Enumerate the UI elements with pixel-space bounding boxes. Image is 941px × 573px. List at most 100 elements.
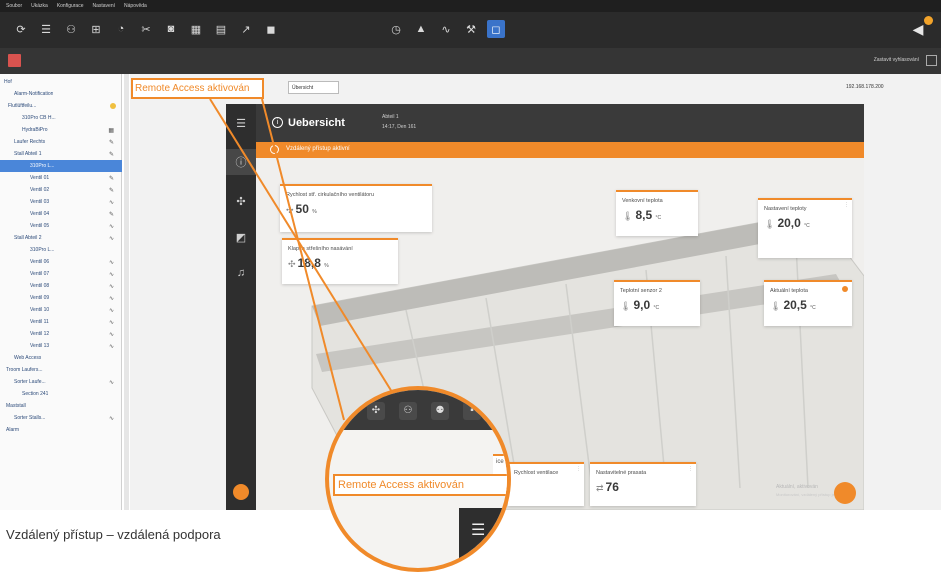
list-icon[interactable]: ☰ — [37, 20, 55, 38]
avatar[interactable] — [233, 484, 249, 500]
card-outdoor-temp[interactable]: Venkovní teplota 🌡 8,5 °C — [616, 190, 698, 236]
wave-icon: ∿ — [108, 295, 114, 302]
app-subtitle-section: Abteil 1 — [382, 114, 399, 120]
tree-item[interactable]: HydraBiPro ▦ — [0, 124, 122, 136]
tree-item[interactable]: Troom Laufers... — [0, 364, 122, 376]
tree-item[interactable]: Stall Abteil 2 ∿ — [0, 232, 122, 244]
card-pigs[interactable]: ⋮ Nastavitelné prasata ⇄ 76 — [590, 462, 696, 506]
tree-item-label: Alarm — [6, 427, 20, 433]
tree-item[interactable]: Alarm-Notification — [0, 88, 122, 100]
tree-item[interactable]: Hof — [0, 76, 122, 88]
embedded-app: ☰ ⓘ ✣ ◩ ♫ i Uebersicht Abteil 1 14:17, D… — [226, 104, 865, 511]
chart-icon[interactable]: ↗ — [237, 20, 255, 38]
card-current-temp[interactable]: Aktuální teplota 🌡 20,5 °C — [764, 280, 852, 326]
camera-icon[interactable]: ◙ — [162, 20, 180, 38]
card-title: Nastavitelné prasata — [596, 470, 647, 476]
tree-item[interactable]: 310Pro L... — [0, 244, 122, 256]
card-roof-flap[interactable]: Klapka střešního nasávání ✣ 18,8 % — [282, 238, 398, 284]
remote-access-banner: Vzdálený přístup aktivní — [256, 142, 864, 158]
overview-button[interactable]: Übersicht — [288, 81, 339, 94]
tree-item[interactable]: Alarm — [0, 424, 122, 436]
card-menu-icon[interactable]: ⋮ — [844, 202, 849, 208]
wave-icon: ∿ — [108, 235, 114, 242]
report-icon[interactable]: ▤ — [212, 20, 230, 38]
tree-item[interactable]: Ventil 12 ∿ — [0, 328, 122, 340]
tree-item[interactable]: Ventil 08 ∿ — [0, 280, 122, 292]
graph-icon[interactable]: ∿ — [437, 20, 455, 38]
chart-icon[interactable]: ◩ — [234, 230, 248, 244]
tree-item[interactable]: Ventil 10 ∿ — [0, 304, 122, 316]
tree-item[interactable]: Flutlüftfeilu... — [0, 100, 122, 112]
card-unit: % — [324, 263, 329, 269]
alarm-icon[interactable]: ▲ — [412, 20, 430, 38]
gear-icon — [110, 103, 116, 109]
tree-item[interactable]: Maststall — [0, 400, 122, 412]
tree-item-label: Laufer Rechts — [14, 139, 46, 145]
tree-item-label: 310Pro CB H... — [22, 115, 56, 121]
card-menu-icon[interactable]: ⋮ — [576, 466, 581, 472]
gauge-icon[interactable]: ◔ — [112, 20, 130, 38]
tree-item[interactable]: Laufer Rechts ✎ — [0, 136, 122, 148]
menu-item-config[interactable]: Konfigurace — [57, 3, 84, 9]
chat-icon[interactable]: ◼ — [262, 20, 280, 38]
tree-icon[interactable]: ⊞ — [87, 20, 105, 38]
tree-item[interactable]: Ventil 02 ✎ — [0, 184, 122, 196]
card-value: 20,0 — [777, 216, 801, 230]
tree-item-label: Ventil 05 — [30, 223, 50, 229]
tree-item[interactable]: Ventil 13 ∿ — [0, 340, 122, 352]
action-fab-button[interactable] — [834, 482, 856, 504]
edit-icon: ✎ — [108, 175, 114, 182]
tree-item[interactable]: Section 241 — [0, 388, 122, 400]
card-menu-icon[interactable]: ⋮ — [688, 466, 693, 472]
wave-icon: ∿ — [108, 199, 114, 206]
card-unit: °C — [653, 305, 660, 311]
app-logo-icon[interactable] — [8, 54, 21, 67]
card-set-temp[interactable]: ⋮ Nastavení teploty 🌡 20,0 °C — [758, 198, 852, 258]
tree-item[interactable]: Web Access — [0, 352, 122, 364]
tree-item[interactable]: Sorter Stalls... ∿ — [0, 412, 122, 424]
app-subtitle-time: 14:17, Den 161 — [382, 124, 417, 130]
tree-item[interactable]: Sorter Laufe... ∿ — [0, 376, 122, 388]
card-fan-speed[interactable]: Rychlost stř. cirkulačního ventilátoru ✣… — [280, 184, 432, 232]
tree-item-selected[interactable]: 310Pro L... — [0, 160, 122, 172]
bell-icon[interactable]: ♫ — [234, 266, 248, 280]
tree-item[interactable]: Ventil 01 ✎ — [0, 172, 122, 184]
tree-item[interactable]: Ventil 06 ∿ — [0, 256, 122, 268]
tree-item[interactable]: Ventil 05 ∿ — [0, 220, 122, 232]
fan-icon[interactable]: ✣ — [234, 194, 248, 208]
remote-access-label: Remote Access aktivován — [131, 78, 264, 99]
tree-item[interactable]: Ventil 07 ∿ — [0, 268, 122, 280]
tree-item[interactable]: Stall Abteil 1 ✎ — [0, 148, 122, 160]
menu-item-file[interactable]: Soubor — [6, 3, 22, 9]
menu-icon[interactable]: ☰ — [234, 116, 248, 130]
stop-broadcast-label[interactable]: Zastavit vyhlasování — [874, 57, 919, 63]
window-icon[interactable]: ◻ — [487, 20, 505, 38]
tree-item[interactable]: Ventil 04 ✎ — [0, 208, 122, 220]
menu-item-help[interactable]: Nápověda — [124, 3, 147, 9]
magnified-toolbar: ✣ ⚇ ⚉ ▪ — [329, 390, 507, 430]
tree-item[interactable]: 310Pro CB H... — [0, 112, 122, 124]
tools-icon[interactable]: ⚒ — [462, 20, 480, 38]
banner-text: Vzdálený přístup aktivní — [286, 146, 350, 152]
tree-item[interactable]: Ventil 11 ∿ — [0, 316, 122, 328]
magnified-remote-label: Remote Access aktivován — [333, 474, 507, 496]
card-ventilation[interactable]: ⋮ Rychlost ventilace — [508, 462, 584, 506]
scissors-icon[interactable]: ✂ — [137, 20, 155, 38]
menu-item-settings[interactable]: Nastavení — [93, 3, 116, 9]
info-icon[interactable]: ⓘ — [234, 155, 248, 169]
tree-item-label: Web Access — [14, 355, 42, 361]
tree-scrollbar[interactable] — [124, 74, 129, 510]
magnified-rail: ☰ — [459, 508, 507, 568]
tree-item[interactable]: Ventil 09 ∿ — [0, 292, 122, 304]
card-temp-sensor-2[interactable]: Teplotní senzor 2 🌡 9,0 °C — [614, 280, 700, 326]
sub-window-button[interactable] — [926, 55, 937, 66]
tree-item-label: Ventil 07 — [30, 271, 50, 277]
menu-item-view[interactable]: Ukázka — [31, 3, 48, 9]
tree-item[interactable]: Ventil 03 ∿ — [0, 196, 122, 208]
refresh-icon[interactable]: ⟳ — [12, 20, 30, 38]
users-icon[interactable]: ⚇ — [62, 20, 80, 38]
tree-item-label: Stall Abteil 2 — [14, 235, 42, 241]
calendar-icon[interactable]: ▦ — [187, 20, 205, 38]
tree-item-label: Ventil 09 — [30, 295, 50, 301]
clock-icon[interactable]: ◷ — [387, 20, 405, 38]
